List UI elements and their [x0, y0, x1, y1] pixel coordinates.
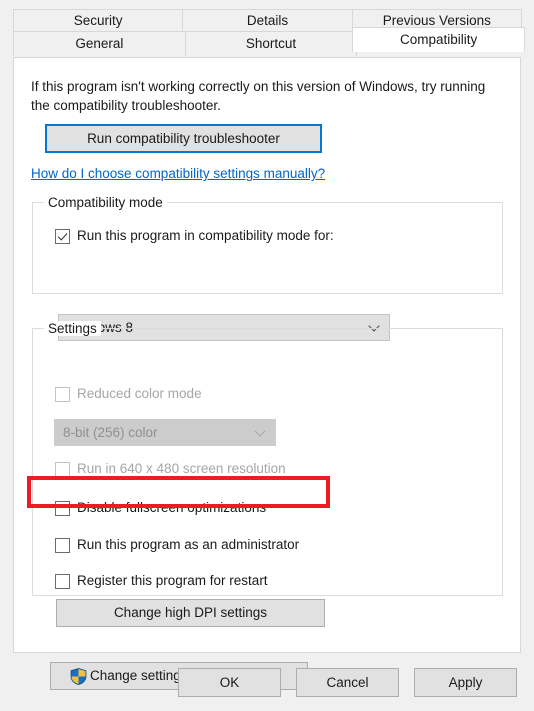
tab-label: Security	[73, 13, 123, 29]
tab-row-2: General Shortcut Compatibility	[13, 27, 526, 56]
tab-details[interactable]: Details	[182, 9, 353, 32]
checkbox-label: Register this program for restart	[77, 573, 268, 589]
checkbox-box[interactable]	[55, 500, 70, 516]
tab-label: General	[75, 36, 124, 52]
button-label: Change high DPI settings	[113, 605, 268, 621]
cancel-button[interactable]: Cancel	[296, 668, 399, 697]
checkbox-label: Run this program as an administrator	[77, 537, 300, 553]
uac-shield-icon	[70, 667, 87, 685]
button-label: Apply	[448, 674, 483, 690]
tab-control: Security Details Previous Versions Gener…	[13, 9, 526, 56]
button-label: Run compatibility troubleshooter	[87, 130, 280, 146]
checkbox-box	[55, 461, 70, 477]
tab-label: Compatibility	[400, 31, 478, 47]
checkbox-box	[55, 386, 70, 402]
button-label: Cancel	[326, 674, 369, 690]
checkbox-box[interactable]	[55, 228, 70, 244]
checkbox-label: Disable fullscreen optimizations	[77, 500, 267, 516]
tab-label: Previous Versions	[382, 13, 491, 29]
tab-general[interactable]: General	[13, 31, 186, 56]
checkbox-box[interactable]	[55, 537, 70, 553]
run-compatibility-troubleshooter-button[interactable]: Run compatibility troubleshooter	[45, 124, 322, 153]
checkbox-label: Run in 640 x 480 screen resolution	[77, 461, 286, 477]
compatibility-mode-group: Compatibility mode Run this program in c…	[32, 195, 503, 341]
group-legend: Compatibility mode	[44, 195, 167, 210]
run-640x480-checkbox-row: Run in 640 x 480 screen resolution	[55, 460, 286, 478]
checkbox-box[interactable]	[55, 573, 70, 589]
compatibility-settings-help-link[interactable]: How do I choose compatibility settings m…	[31, 166, 325, 181]
run-as-administrator-checkbox-row[interactable]: Run this program as an administrator	[55, 536, 299, 554]
tab-label: Details	[246, 13, 289, 29]
group-legend: Settings	[44, 321, 101, 336]
properties-dialog: Security Details Previous Versions Gener…	[0, 0, 534, 711]
tab-security[interactable]: Security	[13, 9, 184, 32]
tab-shortcut[interactable]: Shortcut	[184, 31, 358, 56]
tab-label: Shortcut	[245, 36, 297, 52]
color-depth-dropdown: 8-bit (256) color	[54, 419, 276, 446]
register-for-restart-checkbox-row[interactable]: Register this program for restart	[55, 572, 268, 590]
disable-fullscreen-optimizations-checkbox-row[interactable]: Disable fullscreen optimizations	[55, 499, 266, 517]
intro-text: If this program isn't working correctly …	[31, 79, 486, 113]
change-high-dpi-settings-button[interactable]: Change high DPI settings	[56, 599, 325, 627]
run-in-compatibility-mode-checkbox-row[interactable]: Run this program in compatibility mode f…	[55, 227, 334, 245]
compatibility-tab-page: If this program isn't working correctly …	[13, 57, 521, 690]
dropdown-value: 8-bit (256) color	[63, 425, 158, 440]
button-label: OK	[219, 674, 240, 690]
apply-button[interactable]: Apply	[414, 668, 517, 697]
ok-button[interactable]: OK	[178, 668, 281, 697]
settings-group: Settings Reduced color mode 8-bit (256) …	[32, 321, 503, 627]
checkbox-label: Run this program in compatibility mode f…	[77, 228, 334, 244]
reduced-color-mode-checkbox-row: Reduced color mode	[55, 385, 202, 403]
tab-compatibility[interactable]: Compatibility	[352, 27, 526, 52]
checkbox-label: Reduced color mode	[77, 386, 202, 402]
chevron-down-icon	[256, 427, 265, 436]
